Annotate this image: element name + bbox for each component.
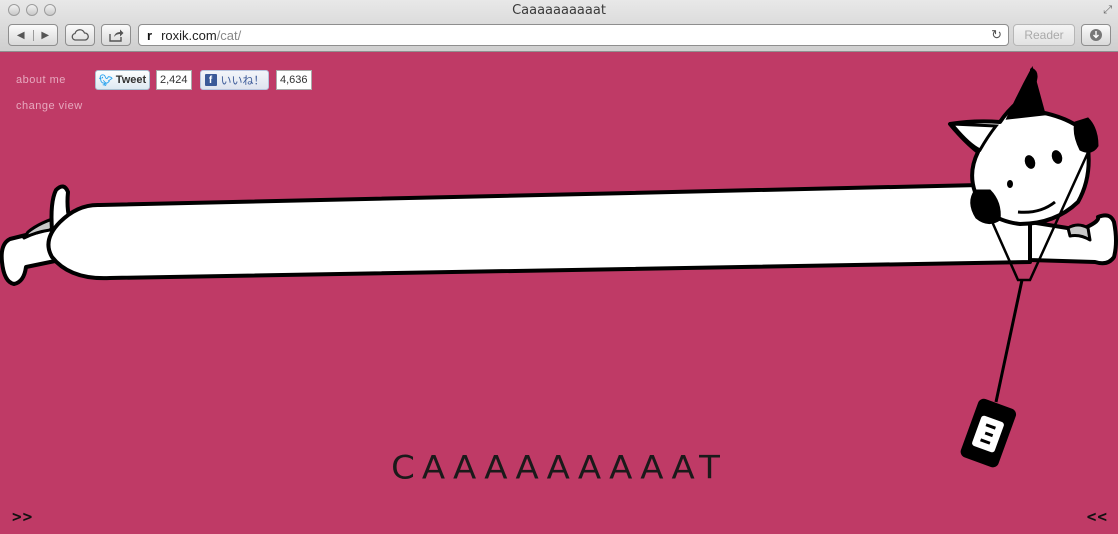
prev-view-button[interactable]: << — [1087, 507, 1108, 526]
browser-toolbar: Caaaaaaaaaat ⤢ ◀ ▶ r roxik.com /cat/ ↻ R… — [0, 0, 1118, 52]
reload-icon[interactable]: ↻ — [991, 27, 1002, 43]
site-favicon-icon: r — [147, 27, 153, 43]
download-icon — [1090, 29, 1102, 41]
icloud-tabs-button[interactable] — [65, 24, 95, 46]
tweet-label: Tweet — [115, 74, 147, 86]
back-forward-group: ◀ ▶ — [8, 24, 58, 46]
url-host: roxik.com — [161, 27, 217, 43]
cat-ear-right — [1005, 66, 1046, 120]
twitter-bird-icon: 🐦︎ — [98, 74, 113, 87]
next-view-button[interactable]: >> — [12, 507, 33, 526]
share-icon — [109, 29, 124, 42]
cloud-icon — [71, 29, 89, 41]
share-button[interactable] — [101, 24, 131, 46]
forward-arrow-icon[interactable]: ▶ — [32, 29, 58, 41]
address-bar[interactable]: r roxik.com /cat/ ↻ — [138, 24, 1009, 46]
change-view-link[interactable]: change view — [16, 100, 83, 112]
url-path: /cat/ — [216, 27, 242, 43]
facebook-icon: f — [204, 74, 217, 86]
page-content: about me change view 🐦︎ Tweet 2,424 f いい… — [0, 52, 1118, 534]
window-title: Caaaaaaaaaat — [512, 3, 606, 18]
fullscreen-icon[interactable]: ⤢ — [1103, 4, 1112, 17]
back-arrow-icon[interactable]: ◀ — [9, 30, 33, 41]
tweet-count: 2,424 — [156, 70, 192, 90]
like-count: 4,636 — [276, 70, 312, 90]
downloads-button[interactable] — [1081, 24, 1111, 46]
page-title: CAAAAAAAAAT — [391, 449, 727, 487]
tweet-button[interactable]: 🐦︎ Tweet — [95, 70, 150, 90]
facebook-like-button[interactable]: f いいね！ — [200, 70, 269, 90]
reader-button[interactable]: Reader — [1013, 24, 1075, 46]
like-label: いいね！ — [220, 75, 265, 87]
cat-body — [46, 183, 1032, 281]
about-me-link[interactable]: about me — [16, 74, 66, 86]
